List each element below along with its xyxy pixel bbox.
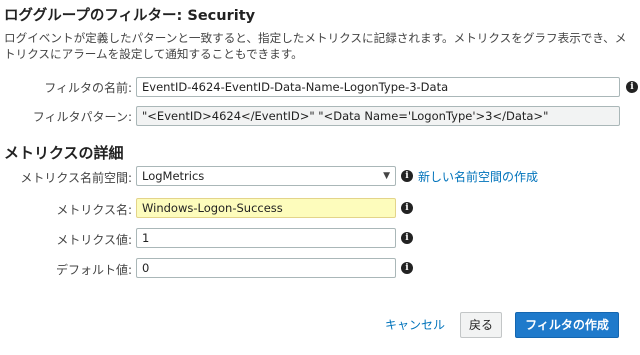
cancel-link[interactable]: キャンセル <box>385 316 445 333</box>
create-namespace-link[interactable]: 新しい名前空間の作成 <box>418 168 538 185</box>
create-filter-button[interactable]: フィルタの作成 <box>515 312 619 338</box>
info-icon[interactable]: i <box>401 202 413 214</box>
namespace-value: LogMetrics <box>142 169 205 183</box>
default-value-label: デフォルト値: <box>55 263 132 277</box>
metric-name-input[interactable]: Windows-Logon-Success <box>136 198 396 218</box>
default-value-input[interactable]: 0 <box>136 258 396 278</box>
page-description: ログイベントが定義したパターンと一致すると、指定したメトリクスに記録されます。メ… <box>4 31 627 61</box>
filter-pattern-field: "<EventID>4624</EventID>" "<Data Name='L… <box>136 106 620 126</box>
back-button[interactable]: 戻る <box>460 312 502 338</box>
metric-name-label: メトリクス名: <box>56 203 132 217</box>
namespace-label: メトリクス名前空間: <box>20 171 132 185</box>
filter-name-label: フィルタの名前: <box>44 81 132 95</box>
namespace-select[interactable]: LogMetrics ▼ <box>136 166 396 186</box>
metrics-section-title: メトリクスの詳細 <box>4 144 124 162</box>
filter-name-input[interactable]: EventID-4624-EventID-Data-Name-LogonType… <box>136 77 620 97</box>
info-icon[interactable]: i <box>626 81 638 93</box>
metric-value-input[interactable]: 1 <box>136 228 396 248</box>
info-icon[interactable]: i <box>401 232 413 244</box>
page-title: ロググループのフィルター: Security <box>4 8 256 24</box>
info-icon[interactable]: i <box>401 170 413 182</box>
chevron-down-icon: ▼ <box>383 171 390 181</box>
metric-value-label: メトリクス値: <box>56 233 132 247</box>
filter-pattern-label: フィルタパターン: <box>32 110 132 124</box>
info-icon[interactable]: i <box>401 262 413 274</box>
